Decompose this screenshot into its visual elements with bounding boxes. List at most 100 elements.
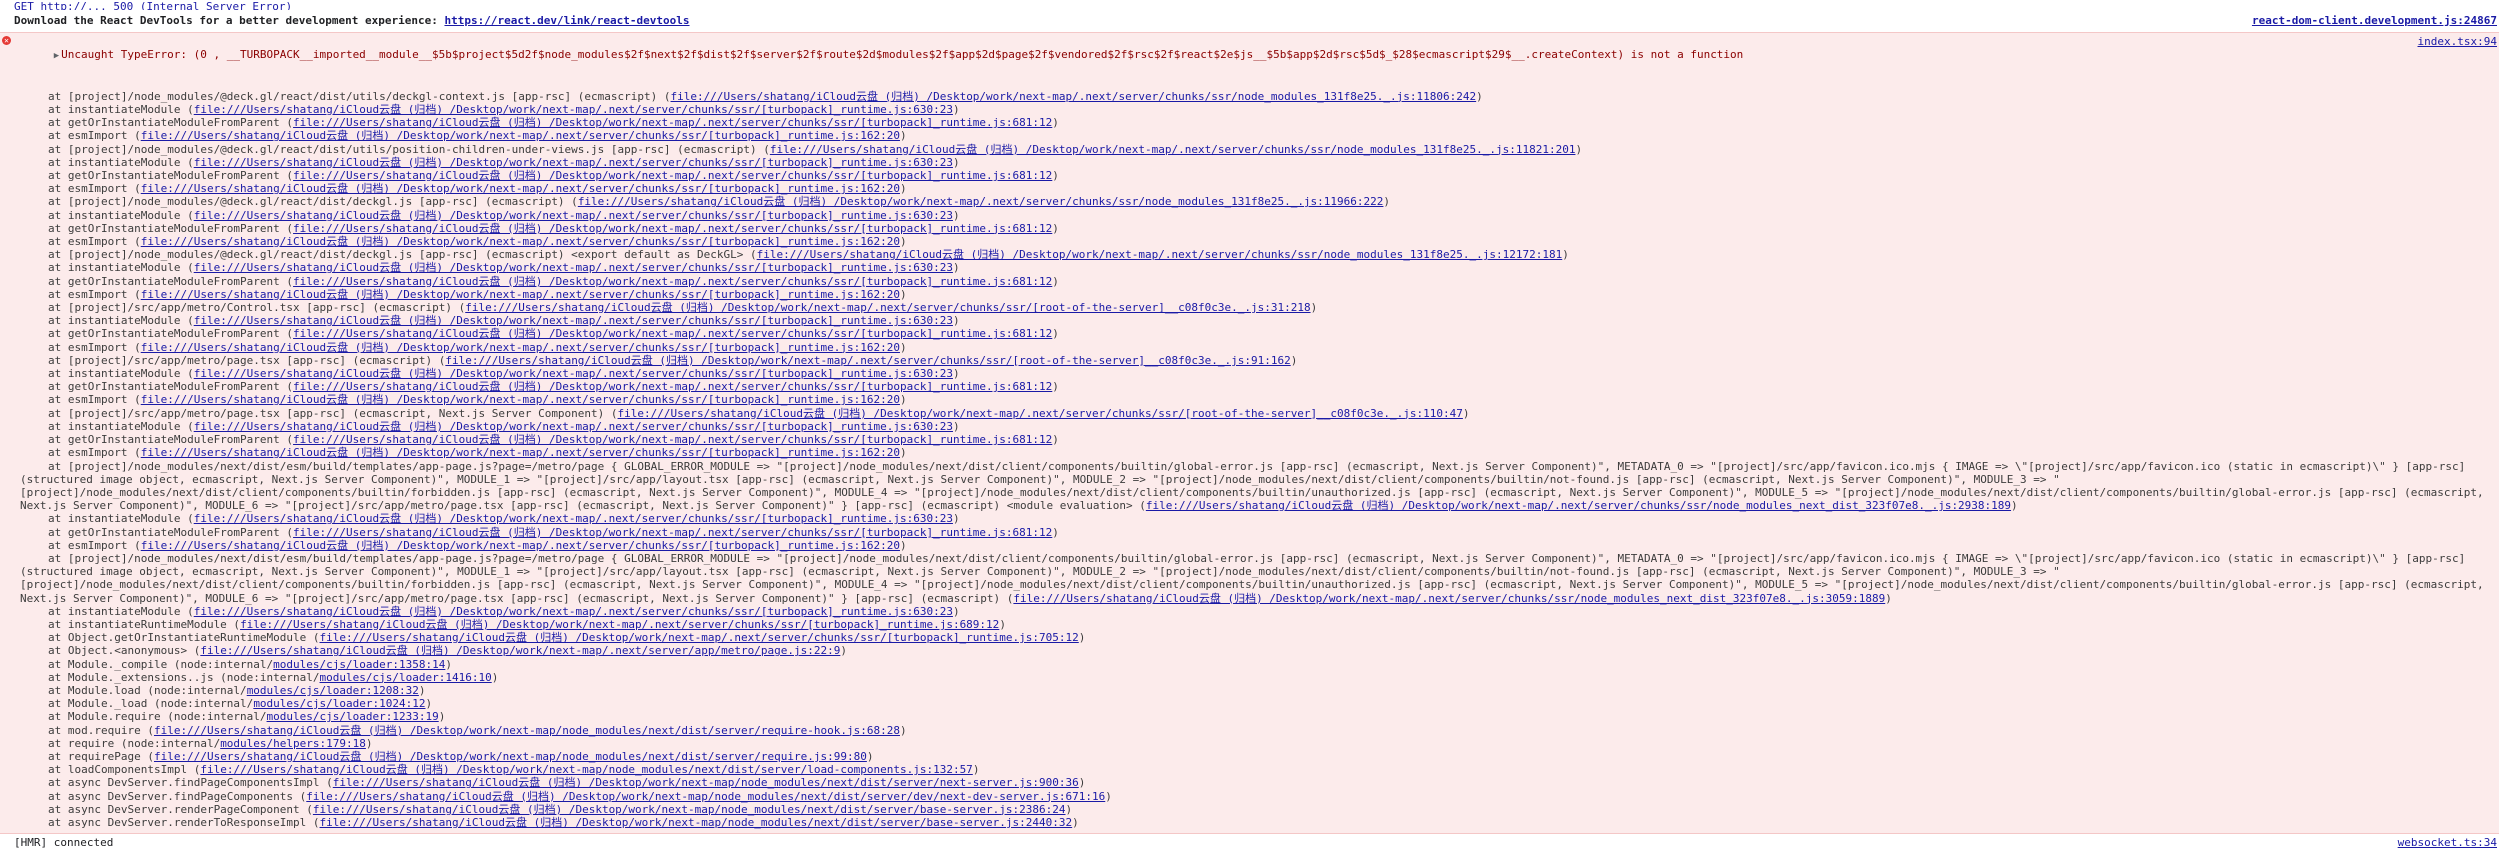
stack-frame-tail: ) xyxy=(899,340,907,354)
stack-frame-link[interactable]: file:///Users/shatang/iCloud云盘 (归档) /Des… xyxy=(194,605,953,618)
stack-frame-link[interactable]: file:///Users/shatang/iCloud云盘 (归档) /Des… xyxy=(293,275,1052,288)
stack-frame-link[interactable]: file:///Users/shatang/iCloud云盘 (归档) /Des… xyxy=(465,301,1310,314)
stack-frame-link[interactable]: modules/cjs/loader:1233:19 xyxy=(267,710,439,723)
stack-frame-link[interactable]: file:///Users/shatang/iCloud云盘 (归档) /Des… xyxy=(671,90,1477,103)
stack-frame-text: at esmImport ( xyxy=(48,182,141,196)
stack-frame-link[interactable]: file:///Users/shatang/iCloud云盘 (归档) /Des… xyxy=(1146,499,2011,512)
stack-frame-link[interactable]: file:///Users/shatang/iCloud云盘 (归档) /Des… xyxy=(240,618,999,631)
stack-frame: at loadComponentsImpl (file:///Users/sha… xyxy=(0,763,2499,776)
stack-frame-link[interactable]: file:///Users/shatang/iCloud云盘 (归档) /Des… xyxy=(141,393,900,406)
stack-frame-text: at getOrInstantiateModuleFromParent ( xyxy=(48,327,294,341)
stack-frame-text: at getOrInstantiateModuleFromParent ( xyxy=(48,221,294,235)
stack-frame-link[interactable]: file:///Users/shatang/iCloud云盘 (归档) /Des… xyxy=(293,380,1052,393)
stack-frame-link[interactable]: file:///Users/shatang/iCloud云盘 (归档) /Des… xyxy=(293,526,1052,539)
stack-frame-tail: ) xyxy=(840,644,847,658)
stack-frame-link[interactable]: file:///Users/shatang/iCloud云盘 (归档) /Des… xyxy=(200,763,972,776)
hmr-source-link[interactable]: websocket.ts:34 xyxy=(2398,834,2497,852)
stack-frame-link[interactable]: file:///Users/shatang/iCloud云盘 (归档) /Des… xyxy=(141,129,900,142)
stack-frame-text: at esmImport ( xyxy=(48,393,141,407)
stack-frame: at esmImport (file:///Users/shatang/iClo… xyxy=(0,129,2499,142)
stack-frame: at async DevServer.renderToResponseImpl … xyxy=(0,816,2499,829)
stack-frame-text: (structured image object, ecmascript, Ne… xyxy=(20,472,2060,486)
stack-frame-link[interactable]: modules/cjs/loader:1024:12 xyxy=(253,697,425,710)
stack-frame-link[interactable]: file:///Users/shatang/iCloud云盘 (归档) /Des… xyxy=(313,803,1066,816)
stack-frame-link[interactable]: modules/helpers:179:18 xyxy=(220,737,366,750)
stack-frame-link[interactable]: file:///Users/shatang/iCloud云盘 (归档) /Des… xyxy=(141,235,900,248)
stack-frame-text: at [project]/node_modules/next/dist/esm/… xyxy=(48,459,2466,473)
stack-frame-link[interactable]: file:///Users/shatang/iCloud云盘 (归档) /Des… xyxy=(578,195,1384,208)
stack-frame-text: at [project]/node_modules/@deck.gl/react… xyxy=(48,248,757,262)
stack-frame-link[interactable]: file:///Users/shatang/iCloud云盘 (归档) /Des… xyxy=(194,512,953,525)
expand-triangle-icon[interactable]: ▶ xyxy=(54,50,59,63)
stack-frame-link[interactable]: file:///Users/shatang/iCloud云盘 (归档) /Des… xyxy=(293,169,1052,182)
stack-frame-link[interactable]: file:///Users/shatang/iCloud云盘 (归档) /Des… xyxy=(445,354,1290,367)
stack-frame-text: at getOrInstantiateModuleFromParent ( xyxy=(48,433,294,447)
stack-frame: at [project]/src/app/metro/page.tsx [app… xyxy=(0,354,2499,367)
stack-frame-link[interactable]: file:///Users/shatang/iCloud云盘 (归档) /Des… xyxy=(306,790,1105,803)
stack-frame-text: at Object.getOrInstantiateRuntimeModule … xyxy=(48,631,320,645)
stack-frame-link[interactable]: file:///Users/shatang/iCloud云盘 (归档) /Des… xyxy=(141,341,900,354)
stack-frame-text: at Module._extensions..js (node:internal… xyxy=(48,670,320,684)
stack-frame-tail: ) xyxy=(1562,248,1569,262)
stack-frame-link[interactable]: file:///Users/shatang/iCloud云盘 (归档) /Des… xyxy=(293,433,1052,446)
stack-frame-tail: ) xyxy=(1105,789,1112,803)
error-header[interactable]: ✕ ▶ Uncaught TypeError: (0 , __TURBOPACK__… xyxy=(0,35,2499,90)
stack-frame-tail: ) xyxy=(899,393,907,407)
stack-frame-link[interactable]: file:///Users/shatang/iCloud云盘 (归档) /Des… xyxy=(194,420,953,433)
stack-frame-tail: ) xyxy=(1052,327,1059,341)
stack-frame-link[interactable]: file:///Users/shatang/iCloud云盘 (归档) /Des… xyxy=(200,644,840,657)
stack-frame-text: at instantiateModule ( xyxy=(48,512,194,526)
stack-frame-text: at [project]/node_modules/@deck.gl/react… xyxy=(48,89,671,103)
stack-frame: at getOrInstantiateModuleFromParent (fil… xyxy=(0,526,2499,539)
stack-frame-link[interactable]: modules/cjs/loader:1208:32 xyxy=(247,684,419,697)
truncated-network-row[interactable]: GET http://... 500 (Internal Server Erro… xyxy=(0,0,2499,10)
stack-trace-part-3: at instantiateModule (file:///Users/shat… xyxy=(0,605,2499,829)
stack-frame-link[interactable]: file:///Users/shatang/iCloud云盘 (归档) /Des… xyxy=(618,407,1463,420)
stack-frame-link[interactable]: file:///Users/shatang/iCloud云盘 (归档) /Des… xyxy=(141,446,900,459)
stack-frame-link[interactable]: file:///Users/shatang/iCloud云盘 (归档) /Des… xyxy=(320,816,1073,829)
stack-frame: [project]/node_modules/next/dist/client/… xyxy=(0,578,2499,591)
stack-frame-link[interactable]: file:///Users/shatang/iCloud云盘 (归档) /Des… xyxy=(141,288,900,301)
stack-frame-link[interactable]: file:///Users/shatang/iCloud云盘 (归档) /Des… xyxy=(154,724,900,737)
stack-frame: at [project]/node_modules/@deck.gl/react… xyxy=(0,143,2499,156)
stack-frame-tail: ) xyxy=(952,604,960,618)
stack-frame-link[interactable]: file:///Users/shatang/iCloud云盘 (归档) /Des… xyxy=(293,222,1052,235)
stack-frame-text: at [project]/src/app/metro/page.tsx [app… xyxy=(48,353,446,367)
stack-frame: at Module.require (node:internal/modules… xyxy=(0,710,2499,723)
stack-frame-link[interactable]: file:///Users/shatang/iCloud云盘 (归档) /Des… xyxy=(141,539,900,552)
stack-frame-link[interactable]: file:///Users/shatang/iCloud云盘 (归档) /Des… xyxy=(194,314,953,327)
stack-trace-part-2: at instantiateModule (file:///Users/shat… xyxy=(0,512,2499,552)
stack-frame-link[interactable]: file:///Users/shatang/iCloud云盘 (归档) /Des… xyxy=(141,182,900,195)
devtools-info-source[interactable]: react-dom-client.development.js:24867 xyxy=(2252,10,2497,32)
stack-frame-tail: ) xyxy=(1885,591,1892,605)
stack-frame-link[interactable]: file:///Users/shatang/iCloud云盘 (归档) /Des… xyxy=(333,776,1079,789)
stack-frame-link[interactable]: modules/cjs/loader:1358:14 xyxy=(273,658,445,671)
stack-frame-link[interactable]: file:///Users/shatang/iCloud云盘 (归档) /Des… xyxy=(1013,592,1885,605)
stack-frame-link[interactable]: modules/cjs/loader:1416:10 xyxy=(320,671,492,684)
error-circle-icon: ✕ xyxy=(2,36,11,45)
stack-frame-tail: ) xyxy=(899,446,907,460)
devtools-info-message: Download the React DevTools for a better… xyxy=(0,10,2499,32)
stack-frame-text: at Module.require (node:internal/ xyxy=(48,710,267,724)
stack-frame-text: at async DevServer.renderToResponseImpl … xyxy=(48,815,320,829)
stack-frame: at [project]/src/app/metro/Control.tsx [… xyxy=(0,301,2499,314)
devtools-link[interactable]: https://react.dev/link/react-devtools xyxy=(444,14,689,27)
error-source-link[interactable]: index.tsx:94 xyxy=(2418,35,2497,48)
stack-frame-text: at esmImport ( xyxy=(48,129,141,143)
stack-frame-link[interactable]: file:///Users/shatang/iCloud云盘 (归档) /Des… xyxy=(770,143,1576,156)
stack-frame-link[interactable]: file:///Users/shatang/iCloud云盘 (归档) /Des… xyxy=(757,248,1563,261)
stack-frame-link[interactable]: file:///Users/shatang/iCloud云盘 (归档) /Des… xyxy=(293,116,1052,129)
stack-frame-link[interactable]: file:///Users/shatang/iCloud云盘 (归档) /Des… xyxy=(194,261,953,274)
stack-frame-link[interactable]: file:///Users/shatang/iCloud云盘 (归档) /Des… xyxy=(194,156,953,169)
stack-frame: at esmImport (file:///Users/shatang/iClo… xyxy=(0,288,2499,301)
stack-frame-tail: ) xyxy=(365,736,373,750)
stack-frame-link[interactable]: file:///Users/shatang/iCloud云盘 (归档) /Des… xyxy=(194,103,953,116)
stack-frame-link[interactable]: file:///Users/shatang/iCloud云盘 (归档) /Des… xyxy=(320,631,1079,644)
stack-frame: at Module.load (node:internal/modules/cj… xyxy=(0,684,2499,697)
stack-frame-link[interactable]: file:///Users/shatang/iCloud云盘 (归档) /Des… xyxy=(194,209,953,222)
stack-frame-text: at instantiateModule ( xyxy=(48,419,194,433)
stack-frame-link[interactable]: file:///Users/shatang/iCloud云盘 (归档) /Des… xyxy=(293,327,1052,340)
module-evaluation-block-2: at [project]/node_modules/next/dist/esm/… xyxy=(0,552,2499,605)
stack-frame-link[interactable]: file:///Users/shatang/iCloud云盘 (归档) /Des… xyxy=(194,367,953,380)
stack-frame-link[interactable]: file:///Users/shatang/iCloud云盘 (归档) /Des… xyxy=(154,750,867,763)
